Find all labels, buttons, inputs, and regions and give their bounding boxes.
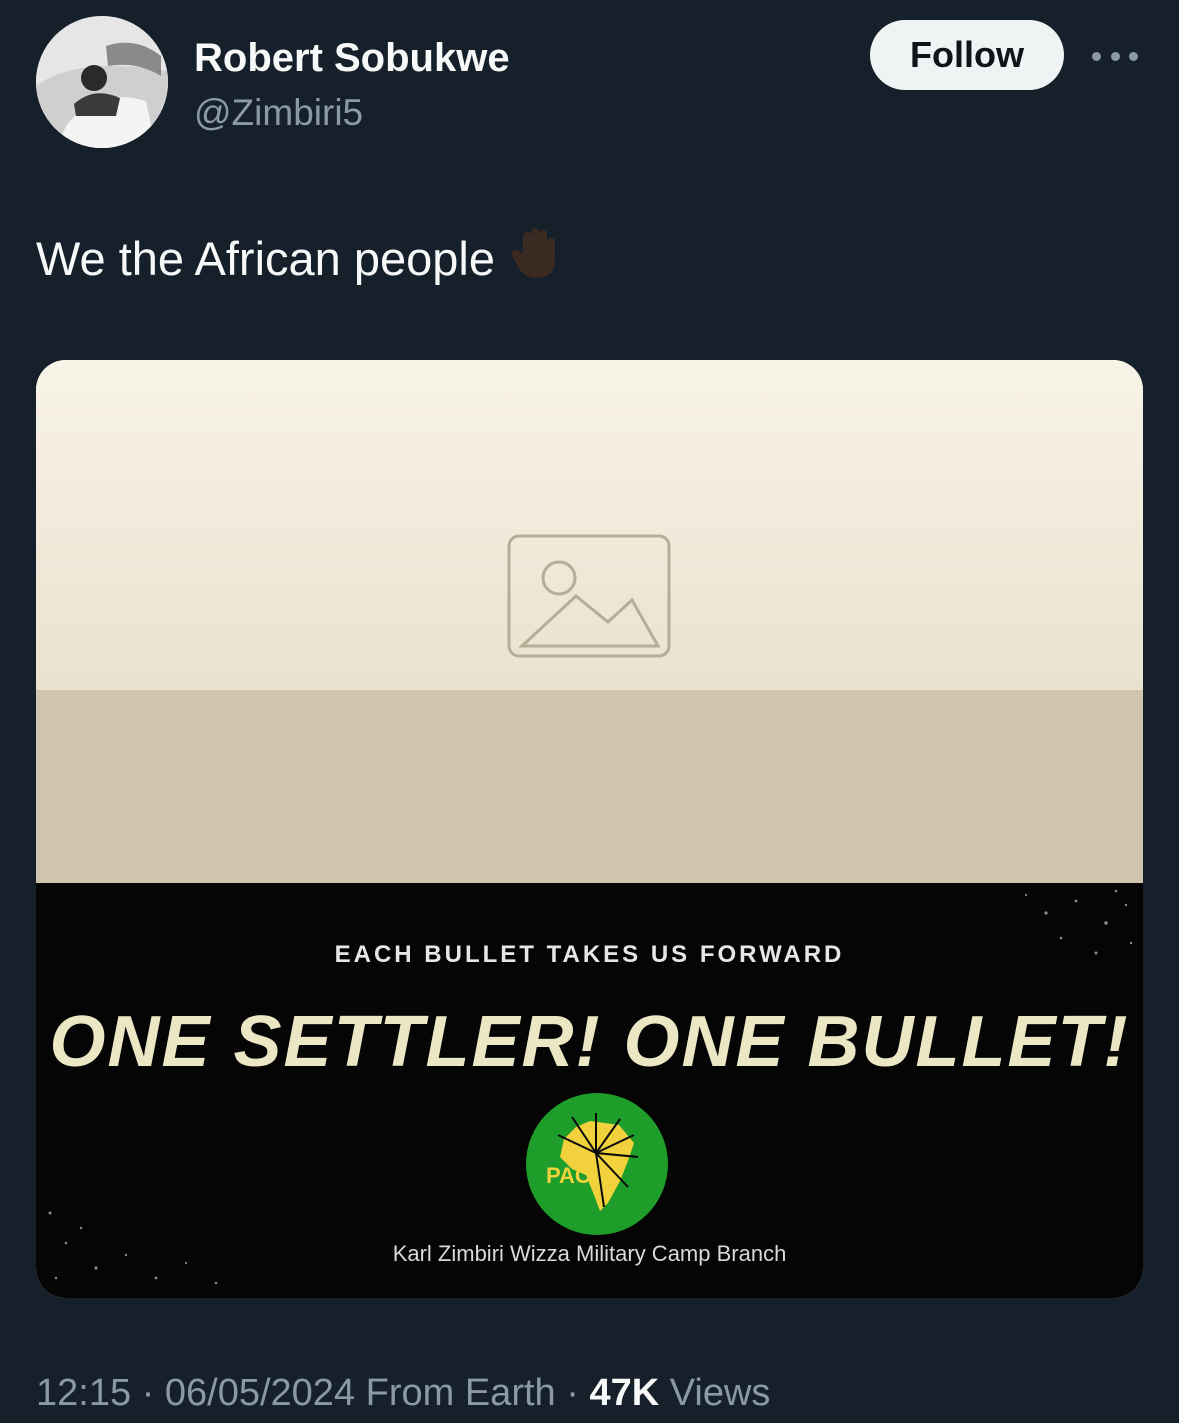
user-handle[interactable]: @Zimbiri5 [194, 92, 363, 134]
tweet-date[interactable]: 06/05/2024 [165, 1372, 355, 1414]
avatar-image [36, 16, 168, 148]
media-banner: EACH BULLET TAKES US FORWARD ONE SETTLER… [36, 883, 1143, 1298]
media-photo-placeholder [36, 360, 1143, 883]
tweet-header: Robert Sobukwe @Zimbiri5 Follow [36, 16, 1143, 150]
meta-separator: · [141, 1372, 165, 1414]
more-dot [1129, 51, 1138, 61]
more-dot [1110, 51, 1120, 61]
tweet-media[interactable]: EACH BULLET TAKES US FORWARD ONE SETTLER… [36, 360, 1143, 1298]
tweet-meta: 12:15 · 06/05/2024 From Earth · 47K View… [36, 1372, 770, 1415]
views-label: Views [669, 1372, 771, 1414]
meta-separator: · [566, 1372, 590, 1414]
raised-hand-emoji-icon [509, 226, 559, 291]
display-name[interactable]: Robert Sobukwe [194, 36, 510, 81]
branch-text: Karl Zimbiri Wizza Military Camp Branch [392, 1241, 787, 1266]
tweet-text: We the African people [36, 232, 495, 285]
photo-placeholder-graphic [36, 360, 1143, 883]
tweet-text-row: We the African people [36, 226, 559, 291]
banner-title: ONE SETTLER! ONE BULLET! [49, 1002, 1130, 1082]
tweet-time[interactable]: 12:15 [36, 1372, 131, 1414]
pac-logo: PAC [524, 1091, 670, 1237]
pac-logo-text: PAC [546, 1163, 591, 1188]
banner-subtitle: EACH BULLET TAKES US FORWARD [334, 941, 845, 968]
more-options-icon[interactable] [1092, 46, 1138, 66]
avatar[interactable] [36, 16, 168, 148]
follow-button[interactable]: Follow [870, 20, 1064, 90]
views-count: 47K [589, 1372, 660, 1414]
tweet-source: From Earth [365, 1372, 556, 1414]
more-dot [1092, 51, 1101, 61]
